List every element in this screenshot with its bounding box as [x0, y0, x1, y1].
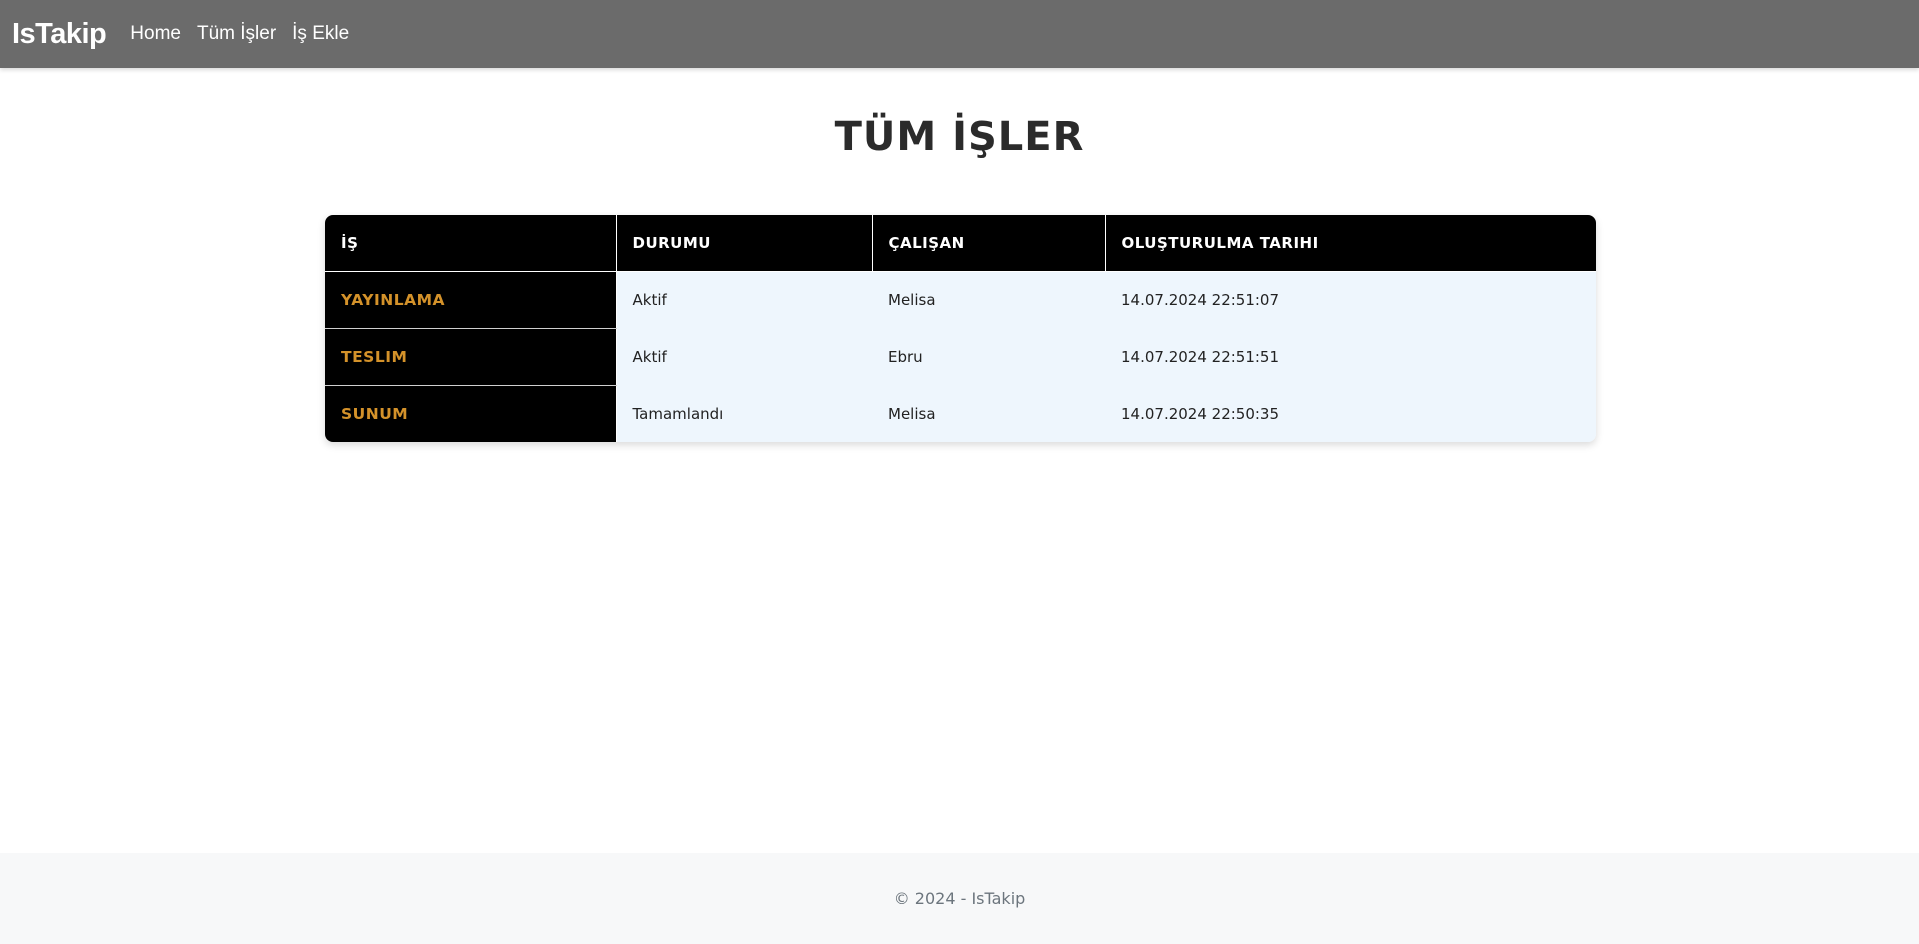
status-cell: Tamamlandı: [616, 385, 872, 442]
table-row: TESLIM Aktif Ebru 14.07.2024 22:51:51: [325, 328, 1596, 386]
created-date-cell: 14.07.2024 22:51:07: [1105, 271, 1596, 328]
employee-cell: Ebru: [872, 328, 1105, 385]
page-title: TÜM İŞLER: [834, 114, 1085, 160]
nav-link-add-job[interactable]: İş Ekle: [292, 23, 349, 45]
page-footer: © 2024 - IsTakip: [0, 853, 1919, 944]
jobs-table: İŞ DURUMU ÇALIŞAN OLUŞTURULMA TARIHI YAY…: [325, 215, 1596, 442]
nav-link-all-jobs[interactable]: Tüm İşler: [197, 23, 276, 45]
job-name-cell: TESLIM: [325, 328, 617, 386]
column-header-status: DURUMU: [616, 215, 873, 272]
top-navbar: IsTakip Home Tüm İşler İş Ekle: [0, 0, 1919, 68]
job-name-cell: SUNUM: [325, 385, 617, 442]
table-header-row: İŞ DURUMU ÇALIŞAN OLUŞTURULMA TARIHI: [325, 215, 1596, 272]
table-row: YAYINLAMA Aktif Melisa 14.07.2024 22:51:…: [325, 271, 1596, 329]
employee-cell: Melisa: [872, 385, 1105, 442]
nav-link-home[interactable]: Home: [130, 23, 181, 45]
created-date-cell: 14.07.2024 22:51:51: [1105, 328, 1596, 385]
column-header-job: İŞ: [325, 215, 617, 272]
employee-cell: Melisa: [872, 271, 1105, 328]
column-header-employee: ÇALIŞAN: [872, 215, 1106, 272]
column-header-created-date: OLUŞTURULMA TARIHI: [1105, 215, 1596, 272]
jobs-table-container: İŞ DURUMU ÇALIŞAN OLUŞTURULMA TARIHI YAY…: [325, 215, 1596, 442]
footer-copyright: © 2024 - IsTakip: [893, 889, 1026, 908]
table-row: SUNUM Tamamlandı Melisa 14.07.2024 22:50…: [325, 385, 1596, 442]
status-cell: Aktif: [616, 328, 872, 385]
brand-logo-link[interactable]: IsTakip: [12, 18, 107, 51]
created-date-cell: 14.07.2024 22:50:35: [1105, 385, 1596, 442]
job-name-cell: YAYINLAMA: [325, 271, 617, 329]
status-cell: Aktif: [616, 271, 872, 328]
